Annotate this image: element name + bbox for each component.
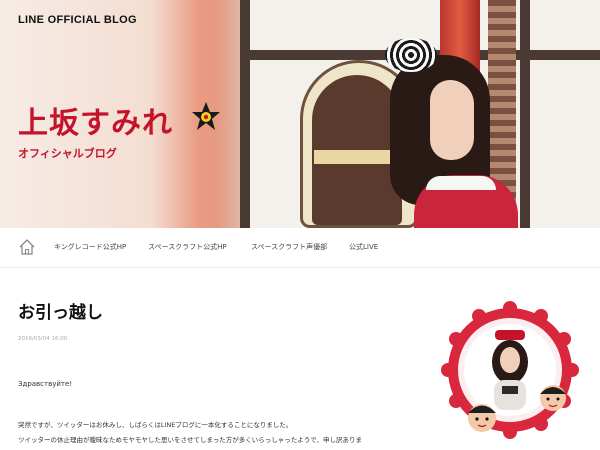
line-official-blog-logo[interactable]: LINE OFFICIAL BLOG <box>18 14 137 26</box>
window-frame <box>240 0 250 228</box>
blog-title[interactable]: 上坂すみれ <box>18 98 173 142</box>
banner-photo-bow <box>385 38 437 72</box>
nav-item-spacecraft[interactable]: スペースクラフト公式HP <box>148 242 227 252</box>
nav-item-king-records[interactable]: キングレコード公式HP <box>54 242 126 252</box>
window-frame <box>520 0 530 228</box>
post-title[interactable]: お引っ越し <box>18 298 103 323</box>
blog-header-banner: LINE OFFICIAL BLOG 上坂すみれ オフィシャルブログ <box>0 0 600 228</box>
badge-chibi-left <box>468 404 496 432</box>
post-body-line: 突然ですが、ツイッターはお休みし、しばらくはLINEブログに一本化することになり… <box>18 421 293 429</box>
nav-item-spacecraft-voice[interactable]: スペースクラフト声優部 <box>251 242 327 252</box>
home-icon[interactable] <box>18 238 36 256</box>
star-icon <box>192 102 220 130</box>
badge-chibi-right <box>540 385 566 411</box>
banner-photo-collar <box>426 176 496 190</box>
post-body-line: ツイッターの休止理由が曖昧なためモヤモヤした思いをさせてしまった方が多くいらっし… <box>18 436 362 444</box>
post-date: 2016/03/04 16:00 <box>18 336 68 342</box>
post-body-greeting: Здравствуйте! <box>18 380 73 388</box>
profile-badge[interactable] <box>440 300 580 440</box>
banner-photo-face <box>430 80 474 160</box>
blog-nav: キングレコード公式HP スペースクラフト公式HP スペースクラフト声優部 公式L… <box>0 228 600 268</box>
blog-subtitle: オフィシャルブログ <box>18 147 117 160</box>
nav-item-official-live[interactable]: 公式LIVE <box>349 242 378 252</box>
